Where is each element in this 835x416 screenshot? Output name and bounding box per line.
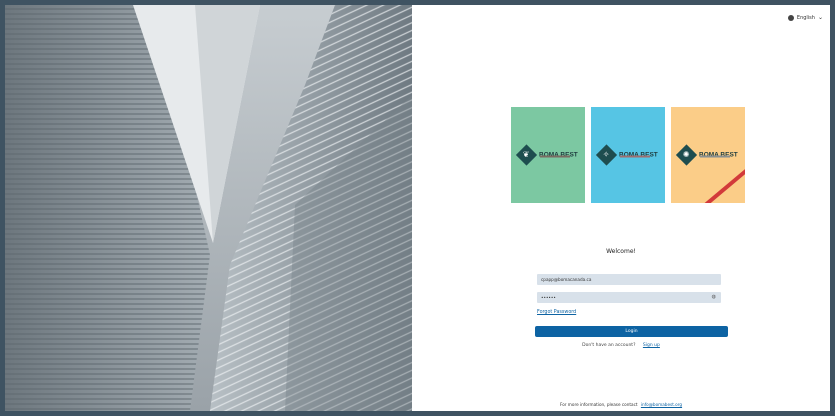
login-panel: English ⌄ ❦ BOMA BEST ✧ BOMA BEST xyxy=(412,5,830,411)
app-frame: English ⌄ ❦ BOMA BEST ✧ BOMA BEST xyxy=(5,5,830,411)
brand-underline xyxy=(700,155,730,158)
certification-cards: ❦ BOMA BEST ✧ BOMA BEST ✺ BOMA BEST xyxy=(511,107,745,203)
welcome-heading: Welcome! xyxy=(606,248,636,255)
boma-card-orange: ✺ BOMA BEST xyxy=(671,107,745,203)
language-selector[interactable]: English ⌄ xyxy=(787,14,823,21)
building-photo xyxy=(5,5,412,411)
signup-link[interactable]: Sign up xyxy=(643,343,660,348)
eye-slash-icon[interactable]: ◍ xyxy=(712,292,716,303)
email-input[interactable]: cpapp@bomacanada.ca xyxy=(537,274,721,285)
forgot-password-link[interactable]: Forgot Password xyxy=(537,310,576,315)
footer-text: For more information, please contact xyxy=(559,402,638,407)
leaf-icon: ❦ xyxy=(515,144,538,166)
building-image xyxy=(5,5,412,411)
footer: For more information, please contact inf… xyxy=(412,402,830,407)
password-value: •••••• xyxy=(541,295,556,300)
no-account-text: Don't have an account? xyxy=(582,343,636,348)
email-value: cpapp@bomacanada.ca xyxy=(541,277,592,282)
boma-card-blue: ✧ BOMA BEST xyxy=(591,107,665,203)
boma-card-green: ❦ BOMA BEST xyxy=(511,107,585,203)
boma-logo: ❦ BOMA BEST xyxy=(515,144,581,166)
login-button[interactable]: Login xyxy=(535,326,728,337)
language-label: English xyxy=(796,15,815,21)
signup-row: Don't have an account? Sign up xyxy=(412,343,830,348)
brand-underline xyxy=(620,155,650,158)
boma-logo: ✧ BOMA BEST xyxy=(595,144,661,166)
sun-icon: ✺ xyxy=(675,144,698,166)
corner-stripe xyxy=(693,166,745,203)
contact-email-link[interactable]: info@bomabest.org xyxy=(641,402,682,407)
brand-underline xyxy=(540,155,570,158)
chevron-down-icon: ⌄ xyxy=(817,14,823,21)
password-input[interactable]: •••••• ◍ xyxy=(537,292,721,303)
globe-icon xyxy=(787,15,794,21)
boma-logo: ✺ BOMA BEST xyxy=(675,144,741,166)
sparkle-icon: ✧ xyxy=(595,144,618,166)
